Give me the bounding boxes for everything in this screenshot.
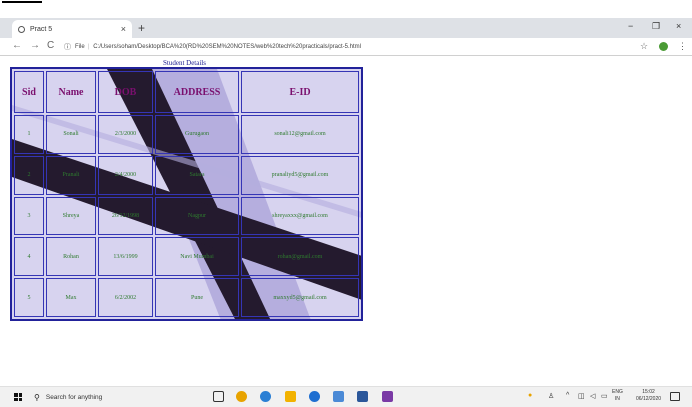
- notification-icon[interactable]: [670, 392, 680, 401]
- windows-taskbar: ⚲ Search for anything ● ♙ ^ ◫ ◁ ▭ ENG IN…: [0, 386, 692, 407]
- extension-icon[interactable]: [659, 42, 668, 51]
- cell-dob: 13/6/1999: [98, 237, 153, 277]
- tab-title: Pract 5: [30, 25, 53, 33]
- windows-start-icon[interactable]: [14, 393, 22, 401]
- window-close-button[interactable]: ×: [676, 21, 681, 31]
- browser-toolbar: ← → C ⓘ File | C:/Users/soham/Desktop/BC…: [0, 38, 692, 56]
- new-tab-button[interactable]: +: [138, 21, 145, 35]
- cell-sid: 5: [14, 278, 44, 317]
- mail-icon[interactable]: [333, 391, 344, 402]
- forward-button[interactable]: →: [30, 40, 40, 51]
- taskbar-clock[interactable]: 15:02 06/12/2020: [636, 389, 661, 403]
- table-row: 2 Pranali 2/4/2000 Satara pranaliyd5@gma…: [14, 155, 359, 195]
- cell-sid: 2: [14, 155, 44, 195]
- table-caption: Student Details: [163, 59, 206, 67]
- student-table: Sid Name DOB ADDRESS E-ID 1 Sonali 2/3/2…: [12, 69, 361, 319]
- cell-name: Sonali: [46, 115, 96, 154]
- menu-icon[interactable]: ⋮: [678, 41, 687, 52]
- tab-close-icon[interactable]: ×: [121, 24, 126, 34]
- clock-date: 06/12/2020: [636, 396, 662, 402]
- network-icon[interactable]: ◫: [578, 392, 585, 400]
- cell-sid: 1: [14, 115, 44, 154]
- cell-dob: 26/12/1998: [98, 196, 153, 236]
- browser-tab-bar: Pract 5 × + − ❐ ×: [0, 18, 692, 38]
- cell-address: Pune: [155, 278, 239, 317]
- browser-app-icon[interactable]: [260, 391, 271, 402]
- cell-eid: sonali12@gmail.com: [241, 115, 359, 154]
- region-code: IN: [614, 396, 620, 402]
- header-name: Name: [46, 71, 96, 113]
- edge-icon[interactable]: [309, 391, 320, 402]
- search-icon: ⚲: [34, 392, 40, 402]
- address-separator: |: [87, 43, 90, 50]
- taskbar-search-box[interactable]: ⚲ Search for anything: [34, 390, 194, 404]
- cell-name: Pranali: [46, 155, 96, 195]
- people-icon[interactable]: ♙: [548, 392, 554, 400]
- clock-time: 15:02: [642, 389, 655, 395]
- taskbar-search-placeholder: Search for anything: [45, 393, 103, 401]
- header-sid: Sid: [14, 71, 44, 113]
- table-row: 3 Shreya 26/12/1998 Nagpur shreyaxxx@gma…: [14, 196, 359, 236]
- cell-sid: 3: [14, 196, 44, 236]
- onedrive-icon[interactable]: ●: [528, 392, 532, 399]
- cell-eid: maxxyd5@gmail.com: [241, 278, 359, 317]
- header-address: ADDRESS: [155, 71, 239, 113]
- language-code: ENG: [612, 389, 623, 395]
- cell-address: Satara: [155, 155, 239, 195]
- screenshot: Pract 5 × + − ❐ × ← → C ⓘ File | C:/User…: [0, 0, 692, 407]
- language-indicator[interactable]: ENG IN: [612, 389, 623, 403]
- app-icon[interactable]: [382, 391, 393, 402]
- cell-dob: 6/2/2002: [98, 278, 153, 317]
- back-button[interactable]: ←: [12, 40, 22, 51]
- cell-name: Max: [46, 278, 96, 317]
- file-explorer-icon[interactable]: [285, 391, 296, 402]
- cell-eid: shreyaxxx@gmail.com: [241, 196, 359, 236]
- battery-icon[interactable]: ▭: [601, 392, 608, 400]
- address-bar[interactable]: ⓘ File | C:/Users/soham/Desktop/BCA%20(R…: [64, 40, 624, 53]
- info-icon[interactable]: ⓘ: [64, 42, 71, 52]
- volume-icon[interactable]: ◁: [590, 392, 595, 400]
- header-dob: DOB: [98, 71, 153, 113]
- cell-name: Shreya: [46, 196, 96, 236]
- table-row: 4 Rohan 13/6/1999 Navi Mumbai rohan@gmai…: [14, 237, 359, 277]
- table-header-row: Sid Name DOB ADDRESS E-ID: [14, 71, 359, 113]
- cell-sid: 4: [14, 237, 44, 277]
- cell-address: Gurugaon: [155, 115, 239, 154]
- header-eid: E-ID: [241, 71, 359, 113]
- cell-address: Navi Mumbai: [155, 237, 239, 277]
- table-row: 5 Max 6/2/2002 Pune maxxyd5@gmail.com: [14, 278, 359, 317]
- chrome-icon[interactable]: [236, 391, 247, 402]
- minimize-button[interactable]: −: [628, 21, 633, 31]
- reload-button[interactable]: C: [47, 40, 54, 51]
- tray-chevron-icon[interactable]: ^: [566, 392, 569, 399]
- underline-artifact: [2, 1, 42, 3]
- address-scheme: File: [75, 43, 85, 50]
- cell-dob: 2/3/2000: [98, 115, 153, 154]
- restore-button[interactable]: ❐: [652, 21, 660, 32]
- cell-name: Rohan: [46, 237, 96, 277]
- bookmark-star-icon[interactable]: ☆: [640, 41, 648, 52]
- task-view-icon[interactable]: [213, 391, 224, 402]
- cell-address: Nagpur: [155, 196, 239, 236]
- globe-icon: [18, 25, 25, 33]
- table-row: 1 Sonali 2/3/2000 Gurugaon sonali12@gmai…: [14, 115, 359, 154]
- cell-eid: pranaliyd5@gmail.com: [241, 155, 359, 195]
- cell-eid: rohan@gmail.com: [241, 237, 359, 277]
- browser-tab[interactable]: Pract 5 ×: [12, 20, 132, 38]
- cell-dob: 2/4/2000: [98, 155, 153, 195]
- student-table-container: Sid Name DOB ADDRESS E-ID 1 Sonali 2/3/2…: [10, 67, 363, 321]
- address-url[interactable]: C:/Users/soham/Desktop/BCA%20(RD%20SEM%2…: [93, 44, 361, 50]
- word-icon[interactable]: [357, 391, 368, 402]
